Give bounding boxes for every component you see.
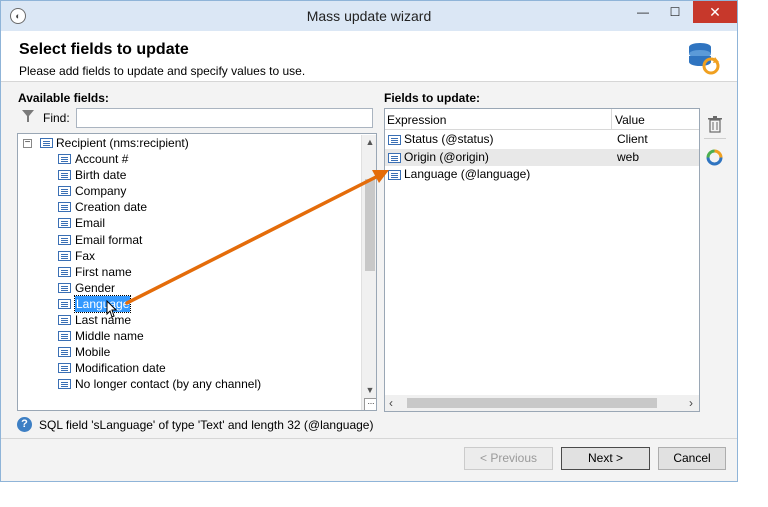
scroll-thumb[interactable] <box>407 398 657 408</box>
available-fields-tree[interactable]: − Recipient (nms:recipient) Account # Bir… <box>17 133 377 411</box>
help-icon: ? <box>17 417 32 432</box>
next-button[interactable]: Next > <box>561 447 650 470</box>
wizard-header: Select fields to update Please add field… <box>1 31 737 82</box>
tree-item-label: Fax <box>75 248 96 263</box>
field-icon <box>58 218 71 229</box>
field-expression: Status (@status) <box>404 132 494 146</box>
scroll-down-icon[interactable]: ▼ <box>362 383 376 397</box>
scroll-up-icon[interactable]: ▲ <box>362 135 376 149</box>
field-icon <box>58 331 71 342</box>
field-row[interactable]: Origin (@origin) web <box>385 148 699 166</box>
scroll-left-icon[interactable]: ‹ <box>389 396 393 410</box>
tree-root[interactable]: − Recipient (nms:recipient) <box>18 135 358 151</box>
tree-item[interactable]: Mobile <box>18 344 358 360</box>
field-icon <box>58 363 71 374</box>
tree-item[interactable]: Language <box>18 294 358 313</box>
field-icon <box>58 347 71 358</box>
field-icon <box>388 170 401 180</box>
field-icon <box>58 315 71 325</box>
status-text: SQL field 'sLanguage' of type 'Text' and… <box>39 418 374 432</box>
minimize-button[interactable]: — <box>629 1 657 23</box>
page-subtitle: Please add fields to update and specify … <box>19 64 306 78</box>
available-fields-label: Available fields: <box>18 91 109 105</box>
toolbar-separator <box>704 138 726 139</box>
tree-item-label: Birth date <box>75 168 127 183</box>
tree-item-label: Email format <box>75 232 143 247</box>
field-icon <box>58 266 71 277</box>
field-icon <box>58 202 71 213</box>
tree-item[interactable]: Gender <box>18 280 358 296</box>
more-options-button[interactable]: ... <box>364 398 376 410</box>
trash-icon[interactable] <box>707 115 723 133</box>
tree-item[interactable]: Modification date <box>18 360 358 376</box>
field-icon <box>388 152 401 163</box>
tree-vertical-scrollbar[interactable]: ▲ ▼ ... <box>361 135 376 410</box>
tree-item-label: Account # <box>75 152 129 166</box>
tree-item[interactable]: Middle name <box>18 328 358 344</box>
column-expression[interactable]: Expression <box>387 113 446 127</box>
tree-item-label: No longer contact (by any channel) <box>75 377 262 392</box>
list-header: Expression Value <box>385 109 699 130</box>
field-icon <box>58 186 71 197</box>
tree-item[interactable]: First name <box>18 264 358 280</box>
schema-icon <box>40 138 53 148</box>
title-bar[interactable]: ◐ Mass update wizard — ☐ ✕ <box>1 1 737 31</box>
scroll-thumb[interactable] <box>365 179 375 271</box>
field-row[interactable]: Status (@status) Client <box>385 131 699 148</box>
scroll-right-icon[interactable]: › <box>689 396 693 410</box>
window-title: Mass update wizard <box>306 8 432 24</box>
filter-icon <box>22 110 34 122</box>
field-icon <box>58 170 71 181</box>
tree-item[interactable]: Email <box>18 215 358 231</box>
collapse-toggle[interactable]: − <box>23 138 32 148</box>
field-icon <box>388 135 401 145</box>
tree-item[interactable]: Fax <box>18 248 358 264</box>
column-separator <box>611 109 612 129</box>
tree-item-label: First name <box>75 264 132 279</box>
tree-item-label: Mobile <box>75 345 111 360</box>
tree-item-label: Middle name <box>75 329 144 344</box>
mass-update-window: ◐ Mass update wizard — ☐ ✕ Select fields… <box>0 0 738 482</box>
tree-item-label: Language <box>73 294 132 313</box>
previous-button[interactable]: < Previous <box>464 447 553 470</box>
find-input[interactable] <box>76 108 373 128</box>
field-icon <box>58 154 71 164</box>
fields-to-update-list[interactable]: Expression Value Status (@status) Client O… <box>384 108 700 412</box>
tree-item[interactable]: Creation date <box>18 199 358 215</box>
cursor-icon <box>106 300 118 318</box>
field-icon <box>58 379 71 390</box>
field-expression: Language (@language) <box>404 167 531 181</box>
field-expression: Origin (@origin) <box>404 149 489 164</box>
field-row[interactable]: Language (@language) <box>385 166 699 183</box>
database-sync-icon <box>689 43 720 75</box>
field-value[interactable]: web <box>617 149 639 166</box>
fields-to-update-label: Fields to update: <box>384 91 480 105</box>
tree-item[interactable]: Email format <box>18 232 358 248</box>
refresh-icon[interactable] <box>706 149 723 166</box>
field-icon <box>58 282 71 293</box>
tree-item[interactable]: Company <box>18 183 358 199</box>
field-value[interactable]: Client <box>617 131 648 148</box>
tree-item[interactable]: Last name <box>18 312 358 328</box>
maximize-button[interactable]: ☐ <box>661 1 689 23</box>
tree-item-label: Company <box>75 184 127 199</box>
page-title: Select fields to update <box>19 41 189 58</box>
field-icon <box>58 250 71 261</box>
field-icon <box>58 298 71 309</box>
cancel-button[interactable]: Cancel <box>658 447 726 470</box>
list-horizontal-scrollbar[interactable]: ‹ › <box>385 395 699 411</box>
tree-item-label: Creation date <box>75 200 148 215</box>
field-icon <box>58 234 71 245</box>
close-button[interactable]: ✕ <box>693 1 737 23</box>
column-value[interactable]: Value <box>615 113 645 127</box>
tree-item-label: Gender <box>75 280 116 295</box>
tree-item[interactable]: Birth date <box>18 167 358 183</box>
tree-item[interactable]: No longer contact (by any channel) <box>18 376 358 392</box>
footer-divider <box>1 438 737 439</box>
tree-item[interactable]: Account # <box>18 151 358 167</box>
tree-root-label: Recipient (nms:recipient) <box>56 136 189 150</box>
tree-item-label: Email <box>75 216 106 231</box>
find-label: Find: <box>43 111 70 125</box>
tree-item-label: Modification date <box>75 361 166 376</box>
